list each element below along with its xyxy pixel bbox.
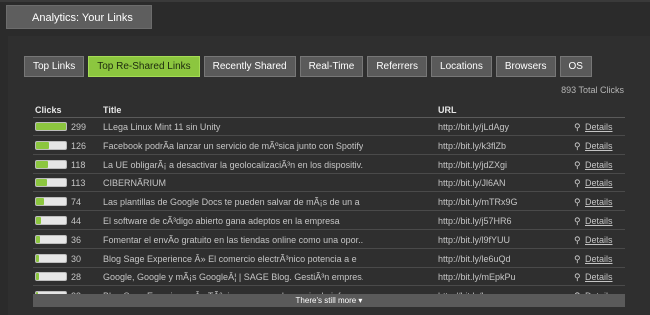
table-row: 126 Facebook podrÃ­a lanzar un servicio … <box>33 138 625 155</box>
link-url[interactable]: http://bit.ly/l9fYUU <box>438 232 510 248</box>
link-url[interactable]: http://bit.ly/mTRx9G <box>438 194 518 210</box>
click-count: 28 <box>71 272 82 283</box>
details-link[interactable]: Details <box>585 175 613 191</box>
tab-top-links[interactable]: Top Links <box>24 56 85 77</box>
link-title: LLega Linux Mint 11 sin Unity <box>103 122 221 132</box>
link-title: CIBERNÃRIUM <box>103 178 167 189</box>
details-link[interactable]: Details <box>585 194 613 210</box>
click-count: 74 <box>71 197 82 208</box>
details-link[interactable]: Details <box>585 251 613 267</box>
magnifier-icon: ⚲ <box>574 122 581 132</box>
link-title: La UE obligarÃ¡ a desactivar la geolocal… <box>103 159 363 170</box>
magnifier-icon: ⚲ <box>574 197 581 208</box>
table-row: 28 Google, Google y mÃ¡s GoogleÂ¦ | SAGE… <box>33 269 625 287</box>
table-row: 36 Fomentar el envÃ­o gratuito en las ti… <box>33 232 625 249</box>
link-url[interactable]: http://bit.ly/j57HR6 <box>438 213 512 229</box>
details-link[interactable]: Details <box>585 119 613 135</box>
link-url[interactable]: http://bit.ly/Jl6AN <box>438 175 506 191</box>
click-count: 36 <box>71 234 82 245</box>
header-url: URL <box>438 105 457 115</box>
clicks-bar <box>35 272 67 282</box>
table-row: 113 CIBERNÃRIUM http://bit.ly/Jl6AN ⚲ De… <box>33 175 625 193</box>
show-more-button[interactable]: There's still more ▾ <box>33 294 625 307</box>
clicks-bar <box>35 122 67 131</box>
magnifier-icon: ⚲ <box>574 234 581 245</box>
magnifier-icon: ⚲ <box>574 178 581 189</box>
details-link[interactable]: Details <box>585 157 613 173</box>
magnifier-icon: ⚲ <box>574 253 581 264</box>
clicks-bar <box>35 197 67 207</box>
link-url[interactable]: http://bit.ly/jLdAgy <box>438 119 509 135</box>
click-count: 30 <box>71 253 82 264</box>
links-table: 299 LLega Linux Mint 11 sin Unity http:/… <box>33 119 625 307</box>
link-title: Facebook podrÃ­a lanzar un servicio de m… <box>103 140 363 151</box>
tab-top-reshared-links[interactable]: Top Re-Shared Links <box>88 56 200 77</box>
table-row: 30 Blog Sage Experience Â» El comercio e… <box>33 251 625 268</box>
tab-referrers[interactable]: Referrers <box>367 56 428 77</box>
details-link[interactable]: Details <box>585 232 613 248</box>
tab-real-time[interactable]: Real-Time <box>299 56 364 77</box>
link-url[interactable]: http://bit.ly/mEpkPu <box>438 269 516 285</box>
link-title: Google, Google y mÃ¡s GoogleÂ¦ | SAGE Bl… <box>103 272 363 283</box>
magnifier-icon: ⚲ <box>574 159 581 170</box>
table-header: Clicks Title URL <box>35 105 625 117</box>
clicks-bar <box>35 140 67 150</box>
details-link[interactable]: Details <box>585 213 613 229</box>
link-title: Las plantillas de Google Docs te pueden … <box>103 197 360 208</box>
link-url[interactable]: http://bit.ly/le6uQd <box>438 251 511 267</box>
tab-locations[interactable]: Locations <box>431 56 492 77</box>
click-count: 44 <box>71 215 82 226</box>
magnifier-icon: ⚲ <box>574 140 581 151</box>
top-border <box>0 0 650 2</box>
click-count: 118 <box>71 159 86 170</box>
table-row: 74 Las plantillas de Google Docs te pued… <box>33 194 625 212</box>
header-divider <box>33 117 625 118</box>
click-count: 113 <box>71 178 86 189</box>
header-title: Title <box>103 105 122 115</box>
clicks-bar <box>35 253 67 263</box>
details-link[interactable]: Details <box>585 138 613 154</box>
tab-recently-shared[interactable]: Recently Shared <box>203 56 296 77</box>
table-row: 299 LLega Linux Mint 11 sin Unity http:/… <box>33 119 625 136</box>
clicks-bar <box>35 215 67 225</box>
tab-os[interactable]: OS <box>559 56 592 77</box>
link-title: Blog Sage Experience Â» El comercio elec… <box>103 253 357 264</box>
click-count: 126 <box>71 140 87 151</box>
magnifier-icon: ⚲ <box>574 215 581 226</box>
header-clicks: Clicks <box>35 105 62 115</box>
table-row: 44 El software de cÃ³digo abierto gana a… <box>33 213 625 230</box>
click-count: 299 <box>71 122 87 132</box>
link-title: El software de cÃ³digo abierto gana adep… <box>103 215 340 226</box>
clicks-bar <box>35 159 67 169</box>
clicks-bar <box>35 178 67 188</box>
tab-bar: Top Links Top Re-Shared Links Recently S… <box>24 56 592 77</box>
tab-browsers[interactable]: Browsers <box>495 56 556 77</box>
link-title: Fomentar el envÃ­o gratuito en las tiend… <box>103 234 363 245</box>
link-url[interactable]: http://bit.ly/k3flZb <box>438 138 506 154</box>
table-row: 118 La UE obligarÃ¡ a desactivar la geol… <box>33 157 625 174</box>
total-clicks: 893 Total Clicks <box>561 85 624 95</box>
details-link[interactable]: Details <box>585 269 613 285</box>
page-title: Analytics: Your Links <box>6 5 152 29</box>
magnifier-icon: ⚲ <box>574 272 581 283</box>
clicks-bar <box>35 234 67 244</box>
link-url[interactable]: http://bit.ly/jdZXgi <box>438 157 507 173</box>
